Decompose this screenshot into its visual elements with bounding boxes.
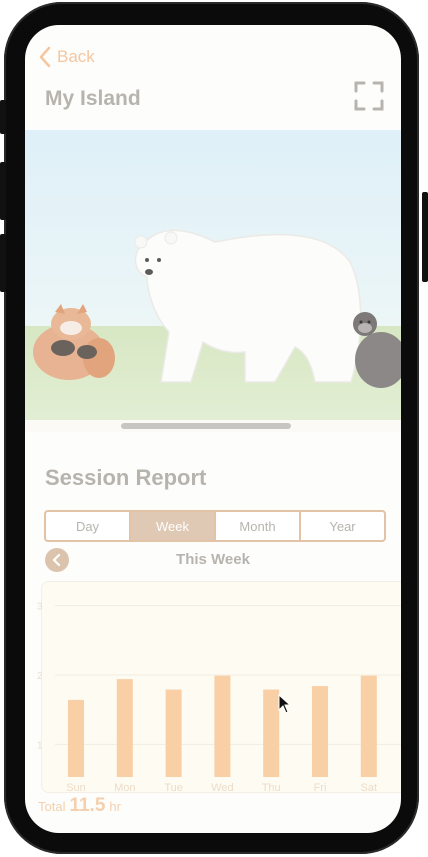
back-button[interactable]: Back (39, 45, 95, 69)
total-unit: hr (109, 799, 121, 814)
total-label: Total (38, 799, 66, 814)
x-tick-label: Thu (262, 782, 281, 794)
period-label: This Week (176, 551, 250, 568)
chevron-left-icon (52, 554, 61, 566)
x-tick-label: Tue (164, 782, 183, 794)
x-tick-label: Mon (114, 782, 135, 794)
power-button (422, 192, 428, 282)
session-report-title: Session Report (45, 465, 207, 490)
tab-day[interactable]: Day (46, 512, 131, 540)
app-screen: Back My Island Session Report Day Week M… (25, 25, 401, 833)
bar-sat[interactable] (360, 675, 377, 777)
polar-bear-illustration (134, 229, 362, 383)
y-tick-label: 2 (37, 671, 43, 682)
volume-up-button (0, 162, 6, 220)
mouse-cursor-icon (278, 694, 292, 714)
x-tick-label: Wed (211, 782, 233, 794)
x-tick-label: Fri (314, 782, 327, 794)
chevron-left-icon (39, 46, 51, 68)
bar-sun[interactable] (68, 699, 84, 777)
bar-mon[interactable] (116, 679, 133, 777)
period-segmented-control: Day Week Month Year (44, 510, 386, 542)
bar-thu[interactable] (263, 689, 280, 777)
scene-scroll-indicator[interactable] (121, 423, 291, 429)
x-tick-label: Sun (66, 782, 86, 794)
y-tick-label: 3 (37, 602, 43, 613)
total-value: 11.5 (69, 795, 106, 816)
back-label: Back (57, 47, 95, 66)
tab-year[interactable]: Year (301, 512, 384, 540)
bar-wed[interactable] (214, 675, 231, 777)
weekly-bar-chart: Sun Mon Tue Wed Thu Fri Sat 1 2 3 (37, 602, 401, 794)
total-summary: Total 11.5 hr (38, 795, 121, 817)
tab-week[interactable]: Week (131, 512, 216, 540)
silent-switch (0, 100, 6, 134)
island-scene (25, 130, 401, 432)
red-panda-illustration (33, 304, 115, 380)
volume-down-button (0, 234, 6, 292)
page-title: My Island (45, 87, 141, 110)
y-tick-label: 1 (37, 740, 43, 751)
x-tick-label: Sat (361, 782, 378, 794)
fullscreen-icon[interactable] (354, 81, 384, 111)
bar-tue[interactable] (165, 689, 182, 777)
bar-fri[interactable] (312, 686, 328, 777)
previous-period-button[interactable] (45, 548, 69, 572)
tab-month[interactable]: Month (216, 512, 301, 540)
gorilla-illustration (353, 312, 401, 388)
